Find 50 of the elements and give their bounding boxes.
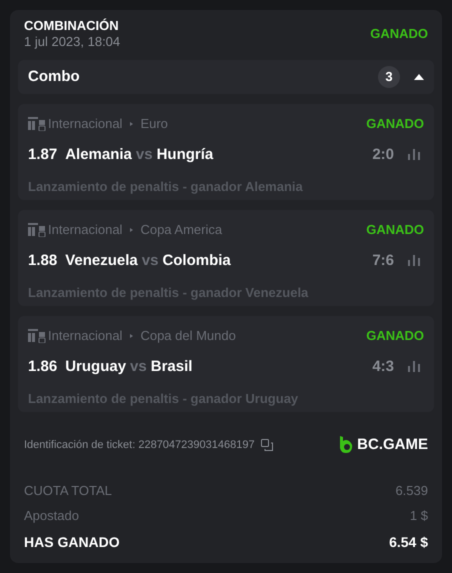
away-team: Hungría: [156, 144, 214, 164]
bet-type-title: COMBINACIÓN: [24, 18, 120, 34]
summary-label: HAS GANADO: [24, 532, 120, 552]
bet-status: GANADO: [370, 25, 428, 44]
match-score: 2:0: [372, 144, 394, 164]
stats-icon[interactable]: [408, 361, 420, 372]
versus-label: vs: [130, 356, 147, 376]
stats-icon[interactable]: [408, 149, 420, 160]
home-team: Alemania: [65, 144, 132, 164]
home-team: Uruguay: [65, 356, 126, 376]
selection-count: 3: [378, 66, 400, 88]
odds-value: 1.88: [28, 250, 58, 270]
league-label: Euro: [140, 115, 168, 133]
category-label: Internacional: [48, 115, 122, 133]
versus-label: vs: [136, 144, 153, 164]
category-label: Internacional: [48, 327, 122, 345]
bet-date: 1 jul 2023, 18:04: [24, 34, 120, 50]
ticket-id: Identificación de ticket: 2287047239031468197: [24, 438, 255, 453]
match-score: 7:6: [372, 250, 394, 270]
caret-icon: [414, 74, 424, 80]
league-logo-icon: [28, 222, 46, 237]
summary-label: Apostado: [24, 507, 79, 525]
selection-status: GANADO: [366, 221, 424, 239]
versus-label: vs: [142, 250, 158, 270]
league-label: Copa del Mundo: [140, 327, 236, 345]
odds-value: 1.87: [28, 144, 58, 164]
selection-status: GANADO: [366, 327, 424, 345]
selection-status: GANADO: [366, 115, 424, 133]
away-team: Brasil: [150, 356, 192, 376]
match-score: 4:3: [372, 356, 394, 376]
summary-label: CUOTA TOTAL: [24, 482, 112, 500]
chevron-icon: [127, 226, 136, 234]
combo-label: Combo: [28, 66, 80, 87]
league-logo-icon: [28, 116, 46, 131]
summary-value: 6.54 $: [389, 532, 428, 552]
summary-value: 6.539: [395, 482, 428, 500]
chevron-icon: [127, 120, 136, 128]
combo-header[interactable]: Combo 3: [18, 60, 434, 94]
odds-value: 1.86: [28, 356, 58, 376]
brand-logo-icon: [339, 436, 354, 454]
home-team: Venezuela: [65, 250, 138, 270]
category-label: Internacional: [48, 221, 122, 239]
league-logo-icon: [28, 328, 46, 343]
league-label: Copa America: [140, 221, 222, 239]
brand-name: BC.GAME: [357, 435, 428, 455]
stats-icon[interactable]: [408, 255, 420, 266]
away-team: Colombia: [162, 250, 231, 270]
summary-value: 1 $: [410, 507, 428, 525]
copy-icon[interactable]: [260, 439, 273, 452]
chevron-icon: [127, 332, 136, 340]
